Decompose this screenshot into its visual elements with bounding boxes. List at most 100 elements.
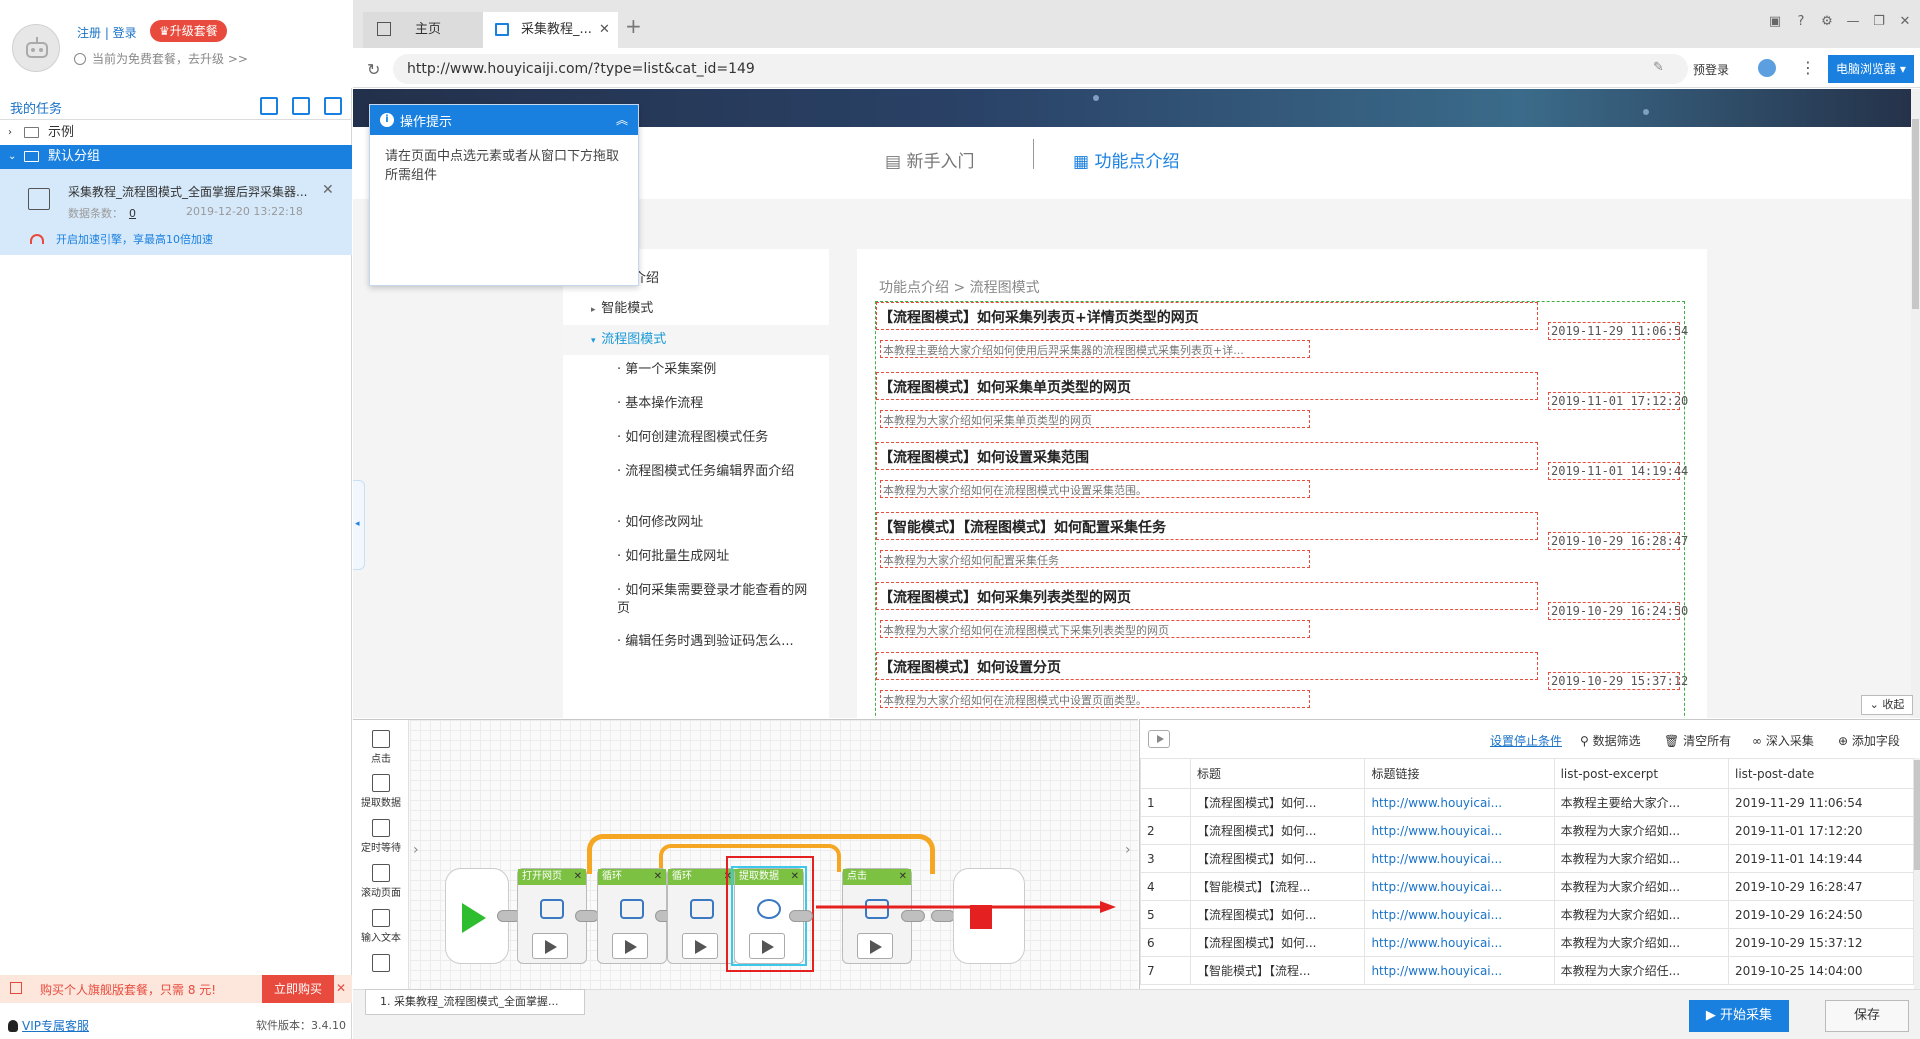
nav-features[interactable]: ▦ 功能点介绍 (1073, 147, 1179, 172)
side-menu-sub-item[interactable]: · 第一个采集案例 (617, 361, 817, 379)
article-title[interactable]: 【智能模式】【流程图模式】如何配置采集任务 (876, 512, 1538, 540)
cell-link[interactable]: http://www.houyicai... (1364, 900, 1555, 929)
tab-home[interactable]: 主页 (363, 12, 483, 48)
collapse-button[interactable]: ⌄ 收起 (1861, 695, 1913, 715)
set-stop-condition-link[interactable]: 设置停止条件 (1490, 732, 1562, 749)
article-item[interactable]: 【流程图模式】如何设置分页 2019-10-29 15:37:12 本教程为大家… (876, 652, 1688, 718)
article-title[interactable]: 【流程图模式】如何采集列表页+详情页类型的网页 (876, 302, 1538, 330)
close-icon[interactable]: ✕ (654, 869, 662, 885)
table-scrollbar[interactable] (1914, 758, 1920, 990)
article-list[interactable]: 【流程图模式】如何采集列表页+详情页类型的网页 2019-11-29 11:06… (875, 301, 1688, 718)
vip-support-link[interactable]: VIP专属客服 (8, 1017, 89, 1034)
article-item[interactable]: 【流程图模式】如何采集列表类型的网页 2019-10-29 16:24:50 本… (876, 582, 1688, 652)
run-node-button[interactable] (857, 933, 893, 959)
play-icon[interactable] (1148, 730, 1170, 748)
nav-beginner[interactable]: ▤ 新手入门 (885, 147, 974, 172)
data-filter-button[interactable]: ⚲ 数据筛选 (1580, 732, 1641, 749)
close-window-icon[interactable]: ✕ (1897, 14, 1913, 30)
user-status-icon[interactable] (1758, 59, 1776, 77)
column-header[interactable]: list-post-excerpt (1553, 758, 1730, 789)
side-menu-smart-mode[interactable]: ▸ 智能模式 (591, 297, 857, 316)
clear-all-button[interactable]: 🗑 清空所有 (1664, 732, 1731, 749)
cell-link[interactable]: http://www.houyicai... (1364, 788, 1555, 817)
side-menu-flowchart-mode[interactable]: ▾ 流程图模式 (563, 325, 829, 355)
login-link[interactable]: 注册 | 登录 (77, 24, 137, 41)
side-menu-sub-item[interactable]: · 流程图模式任务编辑界面介绍 (617, 463, 817, 481)
side-menu-sub-item[interactable]: · 基本操作流程 (617, 395, 817, 413)
save-button[interactable]: 保存 (1825, 1000, 1909, 1032)
task-item[interactable]: 采集教程_流程图模式_全面掌握后羿采集器... ✕ 数据条数： 0 2019-12… (0, 169, 352, 255)
run-node-button[interactable] (682, 933, 718, 959)
close-icon[interactable]: ✕ (574, 869, 582, 885)
cell-link[interactable]: http://www.houyicai... (1364, 928, 1555, 957)
side-menu-sub-item[interactable]: · 如何修改网址 (617, 514, 817, 532)
tree-item-example[interactable]: › 示例 (0, 121, 352, 145)
close-icon[interactable]: ✕ (599, 12, 610, 48)
run-node-button[interactable] (612, 933, 648, 959)
article-item[interactable]: 【流程图模式】如何采集单页类型的网页 2019-11-01 17:12:20 本… (876, 372, 1688, 442)
article-title[interactable]: 【流程图模式】如何设置采集范围 (876, 442, 1538, 470)
tool-click[interactable]: 点击 (353, 730, 409, 765)
sidebar-toggle[interactable]: ◂ (353, 480, 365, 570)
side-menu-sub-item[interactable]: · 如何批量生成网址 (617, 548, 817, 566)
add-field-button[interactable]: ⊕ 添加字段 (1838, 732, 1900, 749)
minimize-icon[interactable]: — (1845, 14, 1861, 30)
column-header[interactable]: list-post-date (1728, 758, 1914, 789)
restore-icon[interactable]: ❐ (1871, 14, 1887, 30)
article-title[interactable]: 【流程图模式】如何采集列表类型的网页 (876, 582, 1538, 610)
tool-wait[interactable]: 定时等待 (353, 819, 409, 854)
tool-input-text[interactable]: 输入文本 (353, 909, 409, 944)
url-input[interactable]: http://www.houyicaiji.com/?type=list&cat… (393, 54, 1688, 84)
import-icon[interactable] (260, 97, 278, 115)
workflow-end-node[interactable] (953, 868, 1025, 964)
search-task-icon[interactable] (324, 97, 342, 115)
article-item[interactable]: 【流程图模式】如何设置采集范围 2019-11-01 14:19:44 本教程为… (876, 442, 1688, 512)
chevron-right-icon[interactable]: › (413, 842, 419, 858)
accelerate-link[interactable]: 开启加速引擎，享最高10倍加速 (30, 231, 213, 247)
run-node-button[interactable] (532, 933, 568, 959)
cell-link[interactable]: http://www.houyicai... (1364, 816, 1555, 845)
chevron-up-icon[interactable]: ︽ (616, 111, 628, 128)
pre-login-button[interactable]: 预登录 (1693, 61, 1729, 78)
article-item[interactable]: 【智能模式】【流程图模式】如何配置采集任务 2019-10-29 16:28:4… (876, 512, 1688, 582)
close-icon[interactable]: ✕ (899, 869, 907, 885)
side-menu-sub-item[interactable]: · 如何创建流程图模式任务 (617, 429, 817, 447)
column-header[interactable]: 标题 (1190, 758, 1366, 789)
free-plan-note[interactable]: 当前为免费套餐，去升级 >> (74, 50, 248, 67)
new-tab-icon[interactable]: + (625, 14, 642, 38)
column-header[interactable]: 标题链接 (1364, 758, 1555, 789)
help-icon[interactable]: ? (1793, 14, 1809, 30)
cell-link[interactable]: http://www.houyicai... (1364, 844, 1555, 873)
workflow-tab[interactable]: 1. 采集教程_流程图模式_全面掌握... (365, 989, 585, 1015)
tool-scroll-page[interactable]: 滚动页面 (353, 864, 409, 899)
tool-more[interactable] (353, 954, 409, 974)
avatar[interactable] (12, 24, 60, 72)
gear-icon[interactable]: ⚙ (1819, 14, 1835, 30)
gift-icon[interactable]: ▣ (1767, 14, 1783, 30)
upgrade-button[interactable]: ♛升级套餐 (150, 20, 227, 42)
cell-link[interactable]: http://www.houyicai... (1364, 872, 1555, 901)
tool-extract-data[interactable]: 提取数据 (353, 774, 409, 809)
side-menu-sub-item[interactable]: · 如何采集需要登录才能查看的网页 (617, 582, 817, 618)
page-scrollbar[interactable] (1911, 89, 1920, 718)
reload-icon[interactable]: ↻ (367, 60, 380, 79)
close-icon[interactable]: ✕ (336, 981, 346, 995)
scrollbar-thumb[interactable] (1912, 119, 1919, 309)
scrollbar-thumb[interactable] (1914, 760, 1920, 870)
side-menu-sub-item[interactable]: · 编辑任务时遇到验证码怎么... (617, 633, 817, 651)
start-collect-button[interactable]: ▶ 开始采集 (1689, 1000, 1789, 1032)
article-title[interactable]: 【流程图模式】如何设置分页 (876, 652, 1538, 680)
close-icon[interactable]: ✕ (322, 182, 334, 198)
article-item[interactable]: 【流程图模式】如何采集列表页+详情页类型的网页 2019-11-29 11:06… (876, 302, 1688, 372)
more-menu-icon[interactable]: ⋮ (1800, 58, 1816, 77)
buy-now-button[interactable]: 立即购买 (262, 975, 334, 1003)
new-task-icon[interactable] (292, 97, 310, 115)
browser-mode-button[interactable]: 电脑浏览器 ▾ (1828, 55, 1914, 83)
edit-url-icon[interactable]: ✎ (1653, 60, 1664, 75)
tab-tutorial[interactable]: 采集教程_... ✕ (483, 12, 618, 48)
deep-collect-button[interactable]: ∞ 深入采集 (1752, 732, 1814, 749)
chevron-right-icon[interactable]: › (1125, 842, 1131, 858)
article-title[interactable]: 【流程图模式】如何采集单页类型的网页 (876, 372, 1538, 400)
task-count-value[interactable]: 0 (129, 207, 136, 220)
tree-item-default-group[interactable]: ⌄ 默认分组 (0, 145, 352, 169)
